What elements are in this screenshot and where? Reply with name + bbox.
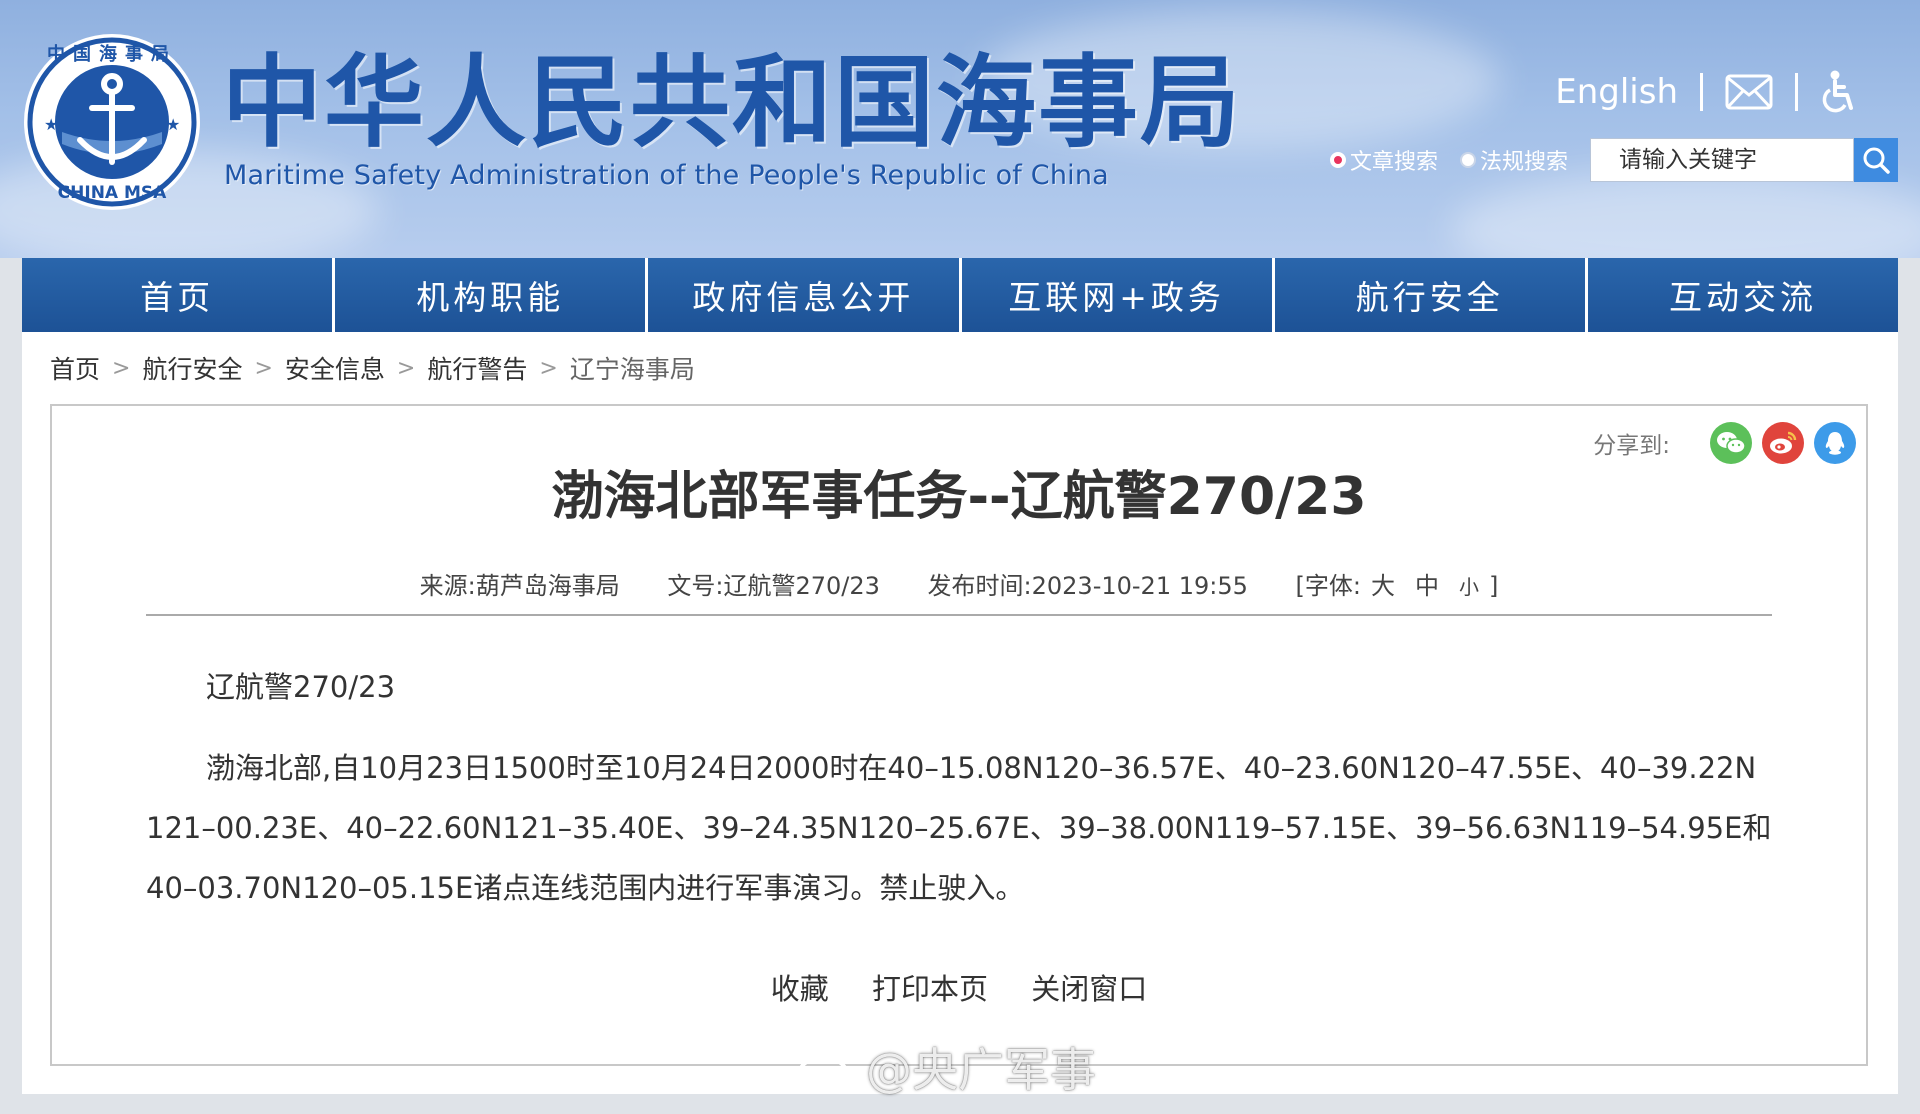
nav-interaction[interactable]: 互动交流: [1587, 258, 1899, 332]
font-size-close: ]: [1488, 572, 1499, 600]
radio-article-label: 文章搜索: [1349, 150, 1438, 175]
breadcrumb: 首页 > 航行安全 > 安全信息 > 航行警告 > 辽宁海事局: [50, 350, 695, 386]
article-actions: 收藏 打印本页 关闭窗口: [52, 966, 1866, 1008]
search-icon: [1863, 147, 1890, 174]
font-large-button[interactable]: 大: [1371, 572, 1395, 600]
search-button[interactable]: [1854, 138, 1898, 182]
print-button[interactable]: 打印本页: [872, 972, 988, 1006]
favorite-button[interactable]: 收藏: [771, 972, 829, 1006]
article-doc-number: 文号:辽航警270/23: [667, 572, 880, 600]
breadcrumb-nav-warning[interactable]: 航行警告: [427, 350, 527, 386]
radio-unselected-icon: [1459, 152, 1476, 168]
logo-ring-text: 中国海事局: [47, 43, 177, 65]
nav-internet-gov[interactable]: 互联网+政务: [961, 258, 1272, 332]
site-title-cn: 中华人民共和国海事局: [222, 44, 1242, 161]
search-input[interactable]: [1590, 138, 1854, 182]
radio-article-search[interactable]: 文章搜索: [1329, 144, 1438, 176]
radio-law-search[interactable]: 法规搜索: [1459, 144, 1568, 176]
font-medium-button[interactable]: 中: [1415, 572, 1439, 600]
weibo-watermark-icon: [798, 1044, 854, 1091]
svg-text:★: ★: [44, 115, 58, 134]
breadcrumb-safety-info[interactable]: 安全信息: [285, 350, 385, 386]
site-header: 中国海事局 CHINA MSA ★ ★ 中华人民共和国海事局 Maritime …: [0, 0, 1920, 258]
site-title-en: Maritime Safety Administration of the Pe…: [224, 160, 1109, 191]
english-link[interactable]: English: [1555, 72, 1678, 112]
radio-law-label: 法规搜索: [1479, 150, 1568, 175]
radio-selected-icon: [1329, 152, 1346, 168]
breadcrumb-liaoning-msa[interactable]: 辽宁海事局: [570, 350, 695, 386]
weibo-watermark: @央广军事: [796, 1034, 1096, 1100]
article-panel: 分享到: 渤海北部军事任务--辽航警270/23 来源:葫芦岛海事局 文号:辽航…: [50, 404, 1868, 1066]
breadcrumb-home[interactable]: 首页: [50, 350, 100, 386]
article-paragraph-1: 辽航警270/23: [206, 670, 396, 704]
divider: [1700, 73, 1703, 111]
nav-organization[interactable]: 机构职能: [335, 258, 646, 332]
search-bar: 文章搜索 法规搜索: [1329, 138, 1898, 182]
msa-logo[interactable]: 中国海事局 CHINA MSA ★ ★: [22, 32, 202, 212]
main-nav: 首页 机构职能 政府信息公开 互联网+政务 航行安全 互动交流: [22, 258, 1899, 332]
top-links: English: [1555, 70, 1858, 114]
article-paragraph-2: 渤海北部,自10月23日1500时至10月24日2000时在40–15.08N1…: [146, 751, 1772, 905]
accessibility-icon[interactable]: [1820, 70, 1858, 114]
logo-bottom-text: CHINA MSA: [58, 183, 167, 203]
font-size-label: [字体:: [1295, 572, 1361, 600]
title-divider: [146, 614, 1772, 616]
mail-icon[interactable]: [1725, 74, 1773, 110]
nav-home[interactable]: 首页: [22, 258, 333, 332]
font-small-button[interactable]: 小: [1459, 575, 1479, 599]
nav-navigation-safety[interactable]: 航行安全: [1274, 258, 1585, 332]
svg-text:★: ★: [166, 115, 180, 134]
article-meta: 来源:葫芦岛海事局 文号:辽航警270/23 发布时间:2023-10-21 1…: [52, 566, 1866, 601]
divider: [1795, 73, 1798, 111]
article-title: 渤海北部军事任务--辽航警270/23: [551, 467, 1367, 527]
breadcrumb-navigation-safety[interactable]: 航行安全: [142, 350, 242, 386]
article-publish-time: 发布时间:2023-10-21 19:55: [927, 572, 1248, 600]
nav-gov-info[interactable]: 政府信息公开: [648, 258, 959, 332]
article-source: 来源:葫芦岛海事局: [419, 572, 620, 600]
weibo-watermark-text: @央广军事: [866, 1043, 1096, 1097]
font-size-control: [字体: 大中小]: [1296, 572, 1499, 600]
close-window-button[interactable]: 关闭窗口: [1031, 972, 1147, 1006]
